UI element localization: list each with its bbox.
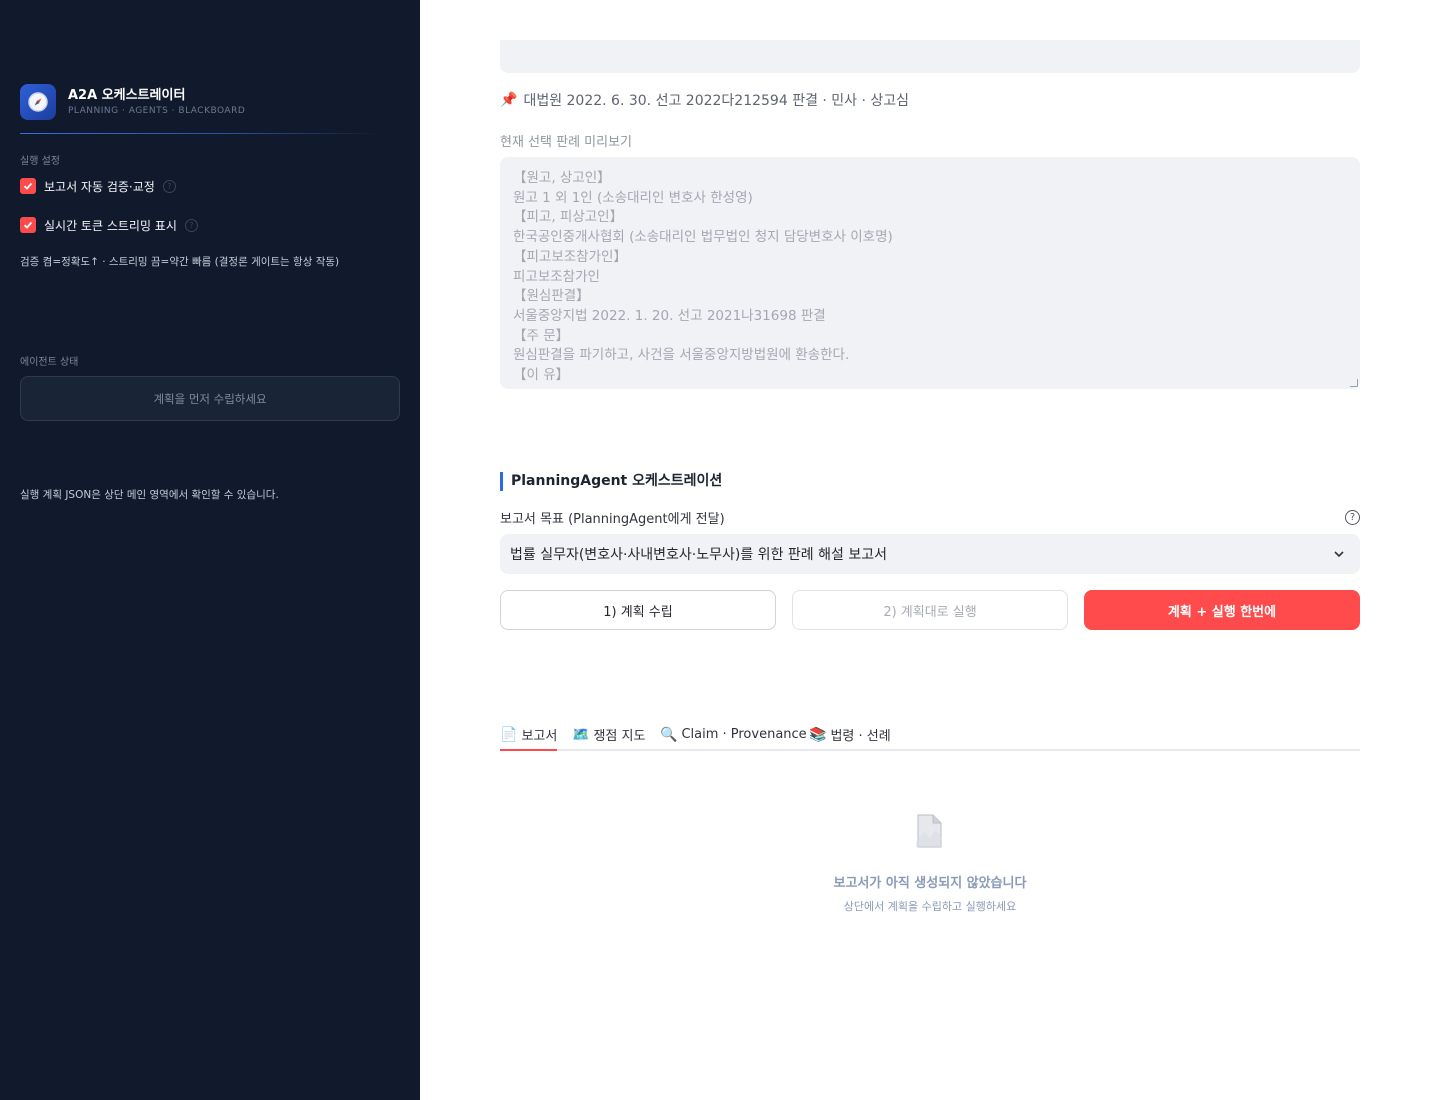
goal-select[interactable]: 법률 실무자(변호사·사내변호사·노무사)를 위한 판례 해설 보고서	[500, 534, 1360, 574]
main-content: 📌 대법원 2022. 6. 30. 선고 2022다212594 판결 · 민…	[420, 0, 1440, 1100]
tab-label: 법령 · 선례	[830, 729, 891, 744]
sidebar: A2A 오케스트레이터 PLANNING · AGENTS · BLACKBOA…	[0, 0, 420, 1100]
books-icon: 📚	[809, 726, 827, 743]
preview-line: 【피고, 피상고인】	[513, 209, 624, 226]
chevron-down-icon	[1334, 551, 1344, 558]
plan-and-run-button[interactable]: 계획 + 실행 한번에	[1084, 590, 1360, 630]
json-note: 실행 계획 JSON은 상단 메인 영역에서 확인할 수 있습니다.	[20, 489, 279, 501]
stream-checkbox-label[interactable]: 실시간 토큰 스트리밍 표시	[44, 217, 177, 234]
tab-issue-map[interactable]: 🗺️ 쟁점 지도	[572, 720, 645, 749]
document-icon	[916, 814, 942, 848]
tab-label: Claim · Provenance	[681, 727, 807, 742]
empty-state-title: 보고서가 아직 생성되지 않았습니다	[833, 876, 1027, 891]
verify-checkbox[interactable]	[20, 178, 36, 194]
brand: A2A 오케스트레이터 PLANNING · AGENTS · BLACKBOA…	[20, 84, 400, 134]
help-icon[interactable]: ?	[184, 218, 198, 232]
preview-line: 【원고, 상고인】	[513, 170, 611, 186]
case-info-text: 대법원 2022. 6. 30. 선고 2022다212594 판결 · 민사 …	[523, 93, 910, 109]
preview-line: 원고 1 외 1인 (소송대리인 변호사 한성영)	[513, 189, 753, 206]
tab-claim-provenance[interactable]: 🔍 Claim · Provenance	[660, 720, 807, 749]
goal-select-value: 법률 실무자(변호사·사내변호사·노무사)를 위한 판례 해설 보고서	[510, 547, 887, 563]
preview-line: 원심판결을 파기하고, 사건을 서울중앙지방법원에 환송한다.	[513, 347, 850, 364]
brand-subtitle: PLANNING · AGENTS · BLACKBOARD	[68, 106, 246, 116]
plan-button[interactable]: 1) 계획 수립	[500, 590, 776, 630]
stream-checkbox[interactable]	[20, 217, 36, 233]
preview-line: 한국공인중개사협회 (소송대리인 법무법인 청지 담당변호사 이호명)	[513, 229, 893, 246]
map-icon: 🗺️	[572, 726, 590, 743]
tab-label: 보고서	[521, 729, 558, 744]
preview-line: 피고보조참가인	[513, 268, 600, 285]
verify-checkbox-label[interactable]: 보고서 자동 검증·교정	[44, 178, 155, 195]
resize-handle[interactable]	[1350, 379, 1358, 387]
settings-note: 검증 켬=정확도↑ · 스트리밍 끔=약간 빠름 (결정론 게이트는 항상 작동…	[20, 256, 340, 268]
case-select-box[interactable]	[500, 40, 1360, 73]
magnifier-icon: 🔍	[660, 726, 678, 743]
settings-label: 실행 설정	[20, 156, 60, 167]
brand-title: A2A 오케스트레이터	[68, 88, 186, 103]
empty-state-subtitle: 상단에서 계획을 수립하고 실행하세요	[843, 900, 1017, 913]
preview-line: 【피고보조참가인】	[513, 248, 627, 265]
tab-bar: 📄 보고서 🗺️ 쟁점 지도 🔍 Claim · Provenance 📚 법령…	[500, 716, 1360, 751]
pin-icon: 📌	[500, 92, 518, 108]
help-icon[interactable]: ?	[1345, 510, 1360, 525]
preview-line: 【주 문】	[513, 327, 570, 344]
compass-icon	[20, 84, 56, 120]
tab-statutes-precedents[interactable]: 📚 법령 · 선례	[809, 720, 891, 749]
preview-label: 현재 선택 판례 미리보기	[500, 135, 632, 150]
tab-report[interactable]: 📄 보고서	[500, 720, 557, 749]
preview-textarea[interactable]: 【원고, 상고인】 원고 1 외 1인 (소송대리인 변호사 한성영) 【피고, 피…	[500, 157, 1360, 389]
verify-checkbox-row[interactable]: 보고서 자동 검증·교정 ?	[20, 177, 176, 195]
case-info: 📌 대법원 2022. 6. 30. 선고 2022다212594 판결 · 민…	[500, 90, 909, 110]
agent-status-label: 에이전트 상태	[20, 357, 79, 368]
brand-divider	[20, 133, 384, 134]
active-tab-indicator	[500, 749, 557, 751]
preview-line: 【이 유】	[513, 367, 570, 384]
preview-line: 서울중앙지법 2022. 1. 20. 선고 2021나31698 판결	[513, 307, 826, 324]
stream-checkbox-row[interactable]: 실시간 토큰 스트리밍 표시 ?	[20, 216, 198, 234]
help-icon[interactable]: ?	[162, 179, 176, 193]
page-icon: 📄	[500, 726, 518, 743]
section-title: PlanningAgent 오케스트레이션	[500, 472, 722, 491]
run-plan-button[interactable]: 2) 계획대로 실행	[792, 590, 1068, 630]
tab-label: 쟁점 지도	[593, 729, 646, 744]
agent-status-box: 계획을 먼저 수립하세요	[20, 376, 400, 421]
preview-line: 【원심판결】	[513, 288, 590, 305]
goal-label: 보고서 목표 (PlanningAgent에게 전달)	[500, 512, 725, 527]
